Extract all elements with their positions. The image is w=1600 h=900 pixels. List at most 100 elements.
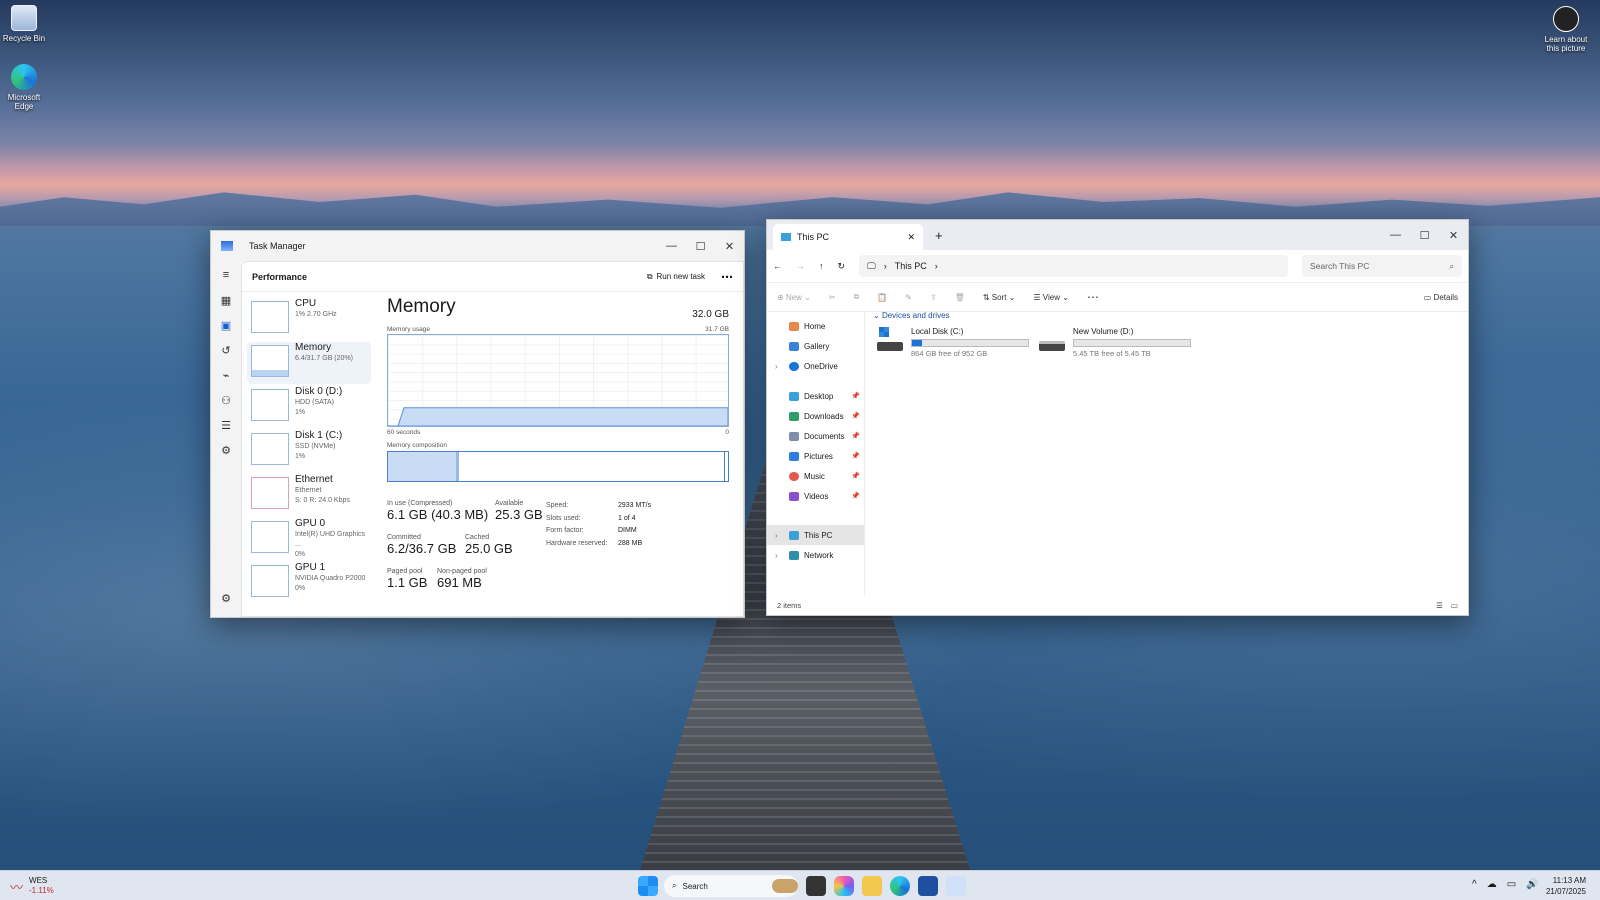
paste-icon[interactable]: 📋 xyxy=(877,293,887,302)
device-disk0[interactable]: Disk 0 (D:) HDD (SATA) 1% xyxy=(247,386,371,428)
committed-label: Committed xyxy=(387,534,421,541)
spotlight-icon[interactable]: Learn about this picture xyxy=(1540,6,1592,53)
breadcrumb-chevron-icon[interactable]: › xyxy=(935,261,938,271)
taskbar-search[interactable]: ⌕ Search xyxy=(664,875,798,897)
delete-icon[interactable]: 🗑 xyxy=(955,293,965,302)
group-header[interactable]: ⌄ Devices and drives xyxy=(873,311,950,320)
copilot-icon[interactable] xyxy=(834,876,854,896)
more-options-icon[interactable]: ⋯ xyxy=(1087,290,1099,304)
minimize-button[interactable]: — xyxy=(1381,229,1410,242)
explorer-tab-bar[interactable]: This PC ✕ + — ☐ ✕ xyxy=(767,220,1468,250)
task-manager-taskbar-icon[interactable] xyxy=(946,876,966,896)
back-icon[interactable]: ← xyxy=(773,261,782,271)
forward-icon[interactable]: → xyxy=(796,261,805,271)
maximize-button[interactable]: ☐ xyxy=(686,240,715,253)
expand-chevron-icon[interactable]: › xyxy=(775,551,778,560)
copy-icon[interactable]: ⧉ xyxy=(854,292,860,302)
start-button[interactable] xyxy=(638,876,658,896)
device-disk1[interactable]: Disk 1 (C:) SSD (NVMe) 1% xyxy=(247,430,371,472)
weather-widget[interactable]: 〰 WES -1.11% xyxy=(10,876,54,896)
minimize-button[interactable]: — xyxy=(657,240,686,253)
file-explorer-taskbar-icon[interactable] xyxy=(862,876,882,896)
onedrive-tray-icon[interactable]: ☁ xyxy=(1487,879,1497,890)
view-button[interactable]: ☰ View ⌄ xyxy=(1033,293,1069,302)
new-button[interactable]: ⊕ New ⌄ xyxy=(777,293,811,302)
close-button[interactable]: ✕ xyxy=(715,240,744,253)
clock[interactable]: 11:13 AM 21/07/2025 xyxy=(1546,875,1586,897)
app-history-icon[interactable]: ↺ xyxy=(211,344,241,361)
nav-music[interactable]: Music 📌 xyxy=(767,466,864,486)
tab-close-icon[interactable]: ✕ xyxy=(907,232,915,243)
rename-icon[interactable]: ✎ xyxy=(905,293,912,302)
search-field[interactable]: Search This PC ⌕ xyxy=(1302,255,1462,277)
task-view-icon[interactable] xyxy=(806,876,826,896)
device-gpu0[interactable]: GPU 0 Intel(R) UHD Graphics ... 0% xyxy=(247,518,371,560)
volume-icon[interactable]: 🔊 xyxy=(1526,879,1538,890)
nav-gallery[interactable]: Gallery xyxy=(767,336,864,356)
close-button[interactable]: ✕ xyxy=(1439,229,1468,242)
device-ethernet[interactable]: Ethernet Ethernet S: 0 R: 24.0 Kbps xyxy=(247,474,371,516)
nav-home[interactable]: Home xyxy=(767,316,864,336)
breadcrumb-this-pc[interactable]: This PC xyxy=(895,261,927,271)
cut-icon[interactable]: ✂ xyxy=(829,293,836,302)
pin-icon[interactable]: 📌 xyxy=(851,472,860,480)
run-new-task-button[interactable]: ⧉ Run new task xyxy=(647,272,705,282)
expand-chevron-icon[interactable]: › xyxy=(775,362,778,371)
network-icon[interactable]: ▭ xyxy=(1507,879,1516,890)
clock-date: 21/07/2025 xyxy=(1545,887,1586,896)
nav-downloads[interactable]: Downloads 📌 xyxy=(767,406,864,426)
processes-icon[interactable]: ▦ xyxy=(211,294,241,311)
nav-pictures[interactable]: Pictures 📌 xyxy=(767,446,864,466)
tiles-view-icon[interactable]: ▭ xyxy=(1451,601,1458,610)
users-icon[interactable]: ⚇ xyxy=(211,394,241,411)
network-icon xyxy=(789,550,799,560)
pin-icon[interactable]: 📌 xyxy=(851,492,860,500)
device-memory[interactable]: Memory 6.4/31.7 GB (20%) xyxy=(247,342,371,384)
task-manager-titlebar[interactable]: Task Manager — ☐ ✕ xyxy=(211,231,744,261)
up-icon[interactable]: ↑ xyxy=(819,261,824,271)
list-view-icon[interactable]: ☰ xyxy=(1436,601,1443,610)
section-title: Performance xyxy=(252,271,308,282)
notification-icon[interactable] xyxy=(1592,880,1598,890)
device-sub: Ethernet xyxy=(295,487,322,494)
recycle-bin-label: Recycle Bin xyxy=(2,34,46,43)
share-icon[interactable]: ⇪ xyxy=(930,293,937,302)
maximize-button[interactable]: ☐ xyxy=(1410,229,1439,242)
nav-this-pc[interactable]: › This PC xyxy=(767,525,864,545)
nav-desktop[interactable]: Desktop 📌 xyxy=(767,386,864,406)
show-hidden-icons-chevron-icon[interactable]: ^ xyxy=(1472,879,1477,890)
nav-network[interactable]: › Network xyxy=(767,545,864,565)
pin-icon[interactable]: 📌 xyxy=(851,432,860,440)
breadcrumb-chevron-icon[interactable]: › xyxy=(884,261,887,271)
memory-usage-label: Memory usage xyxy=(387,326,430,333)
menu-icon[interactable]: ≡ xyxy=(211,269,241,286)
services-icon[interactable]: ⚙ xyxy=(211,444,241,461)
refresh-icon[interactable]: ↻ xyxy=(838,261,846,272)
more-options-icon[interactable]: ⋯ xyxy=(721,270,733,284)
startup-apps-icon[interactable]: ⌁ xyxy=(211,369,241,386)
address-bar[interactable]: 🖵 › This PC › xyxy=(859,255,1288,277)
store-icon[interactable] xyxy=(918,876,938,896)
expand-chevron-icon[interactable]: › xyxy=(775,531,778,540)
device-name: Ethernet xyxy=(295,474,333,485)
details-icon[interactable]: ☰ xyxy=(211,419,241,436)
pin-icon[interactable]: 📌 xyxy=(851,392,860,400)
device-gpu1[interactable]: GPU 1 NVIDIA Quadro P2000 0% xyxy=(247,562,371,604)
performance-icon[interactable]: ▣ xyxy=(211,319,241,336)
drive-d[interactable]: New Volume (D:) 5.45 TB free of 5.45 TB xyxy=(1039,327,1191,358)
tab-this-pc[interactable]: This PC ✕ xyxy=(773,224,923,250)
nav-documents[interactable]: Documents 📌 xyxy=(767,426,864,446)
settings-icon[interactable]: ⚙ xyxy=(211,592,241,609)
details-button[interactable]: ▭ Details xyxy=(1424,293,1458,302)
pin-icon[interactable]: 📌 xyxy=(851,412,860,420)
edge-desktop-icon[interactable]: Microsoft Edge xyxy=(0,64,48,111)
device-cpu[interactable]: CPU 1% 2.70 GHz xyxy=(247,298,371,340)
sort-button[interactable]: ⇅ Sort ⌄ xyxy=(983,293,1016,302)
drive-c[interactable]: Local Disk (C:) 864 GB free of 952 GB xyxy=(877,327,1029,358)
new-tab-button[interactable]: + xyxy=(935,228,943,243)
recycle-bin-icon[interactable]: Recycle Bin xyxy=(0,5,48,43)
nav-videos[interactable]: Videos 📌 xyxy=(767,486,864,506)
nav-onedrive[interactable]: › OneDrive xyxy=(767,356,864,376)
pin-icon[interactable]: 📌 xyxy=(851,452,860,460)
edge-taskbar-icon[interactable] xyxy=(890,876,910,896)
